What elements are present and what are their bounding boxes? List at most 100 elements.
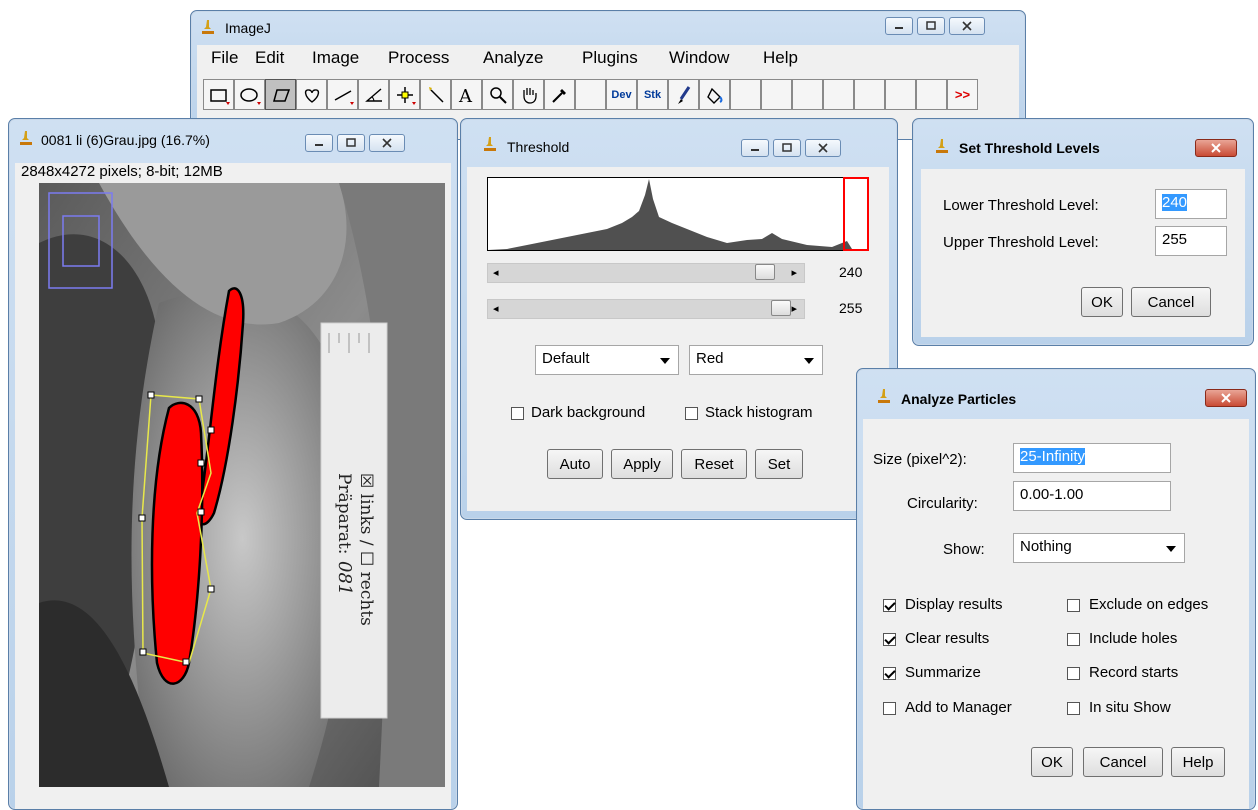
empty-slot-2 [730, 79, 761, 110]
menu-window[interactable]: Window [669, 48, 729, 68]
more-tools-button[interactable]: >> [947, 79, 978, 110]
show-dropdown[interactable]: Nothing [1013, 533, 1185, 563]
imagej-titlebar[interactable]: ImageJ [191, 11, 1025, 45]
slider-left-arrow-icon[interactable]: ◂ [493, 302, 499, 315]
menu-bar: File Edit Image Process Analyze Plugins … [197, 45, 1019, 73]
apply-button[interactable]: Apply [611, 449, 673, 479]
menu-file[interactable]: File [211, 48, 238, 68]
hand-tool-icon[interactable] [513, 79, 544, 110]
display-results-checkbox[interactable] [883, 599, 896, 612]
set-threshold-dialog: Set Threshold Levels Lower Threshold Lev… [912, 118, 1254, 346]
dev-menu-tool[interactable]: Dev [606, 79, 637, 110]
help-button[interactable]: Help [1171, 747, 1225, 777]
rectangle-tool-icon[interactable] [203, 79, 234, 110]
histogram-plot [487, 177, 869, 251]
wand-tool-icon[interactable] [420, 79, 451, 110]
label-card-handwriting: 081 [334, 561, 355, 595]
minimize-button[interactable] [305, 134, 333, 152]
upper-slider-thumb[interactable] [771, 300, 791, 316]
dark-background-checkbox[interactable] [511, 407, 524, 420]
lower-threshold-field[interactable]: 240 [1155, 189, 1227, 219]
set-threshold-titlebar[interactable]: Set Threshold Levels [913, 119, 1253, 157]
add-to-manager-checkbox[interactable] [883, 702, 896, 715]
brush-tool-icon[interactable] [668, 79, 699, 110]
analyze-client: Size (pixel^2): 25-Infinity Circularity:… [863, 419, 1249, 809]
slider-left-arrow-icon[interactable]: ◂ [493, 266, 499, 279]
empty-slot-7 [885, 79, 916, 110]
menu-plugins[interactable]: Plugins [582, 48, 638, 68]
reset-button[interactable]: Reset [681, 449, 747, 479]
display-dropdown[interactable]: Red [689, 345, 823, 375]
magnifier-tool-icon[interactable] [482, 79, 513, 110]
menu-analyze[interactable]: Analyze [483, 48, 543, 68]
cancel-button[interactable]: Cancel [1131, 287, 1211, 317]
ok-button[interactable]: OK [1081, 287, 1123, 317]
stk-menu-tool[interactable]: Stk [637, 79, 668, 110]
close-button[interactable] [805, 139, 841, 157]
maximize-button[interactable] [917, 17, 945, 35]
upper-slider[interactable]: ◂ ▸ [487, 299, 805, 319]
summarize-checkbox[interactable] [883, 667, 896, 680]
threshold-window: Threshold ◂ ▸ 240 ◂ ▸ 255 Default Red Da… [460, 118, 898, 520]
circularity-field[interactable]: 0.00-1.00 [1013, 481, 1171, 511]
lower-slider-thumb[interactable] [754, 264, 775, 280]
size-field[interactable]: 25-Infinity [1013, 443, 1171, 473]
method-dropdown[interactable]: Default [535, 345, 679, 375]
svg-text:A: A [458, 86, 473, 106]
close-button[interactable] [369, 134, 405, 152]
exclude-on-edges-checkbox[interactable] [1067, 599, 1080, 612]
maximize-button[interactable] [337, 134, 365, 152]
label-card-line1: Präparat: [334, 473, 354, 555]
maximize-button[interactable] [773, 139, 801, 157]
image-canvas[interactable]: Präparat: ☒ links / ☐ rechts 081 [39, 183, 445, 787]
more-tools-label: >> [954, 87, 971, 102]
line-tool-icon[interactable] [327, 79, 358, 110]
text-tool-icon[interactable]: A [451, 79, 482, 110]
slider-right-arrow-icon[interactable]: ▸ [791, 266, 797, 279]
close-button[interactable] [1205, 389, 1247, 407]
angle-tool-icon[interactable] [358, 79, 389, 110]
stack-histogram-checkbox[interactable] [685, 407, 698, 420]
include-holes-checkbox[interactable] [1067, 633, 1080, 646]
dropper-tool-icon[interactable] [544, 79, 575, 110]
point-tool-icon[interactable] [389, 79, 420, 110]
oval-tool-icon[interactable] [234, 79, 265, 110]
minimize-button[interactable] [741, 139, 769, 157]
minimize-button[interactable] [885, 17, 913, 35]
summarize-label: Summarize [905, 664, 981, 681]
threshold-titlebar[interactable]: Threshold [461, 119, 897, 157]
upper-threshold-value: 255 [839, 300, 863, 316]
cancel-button[interactable]: Cancel [1083, 747, 1163, 777]
size-label: Size (pixel^2): [873, 451, 967, 468]
stk-label: Stk [643, 88, 662, 101]
clear-results-label: Clear results [905, 630, 990, 647]
menu-image[interactable]: Image [312, 48, 359, 68]
menu-help[interactable]: Help [763, 48, 798, 68]
exclude-on-edges-label: Exclude on edges [1089, 596, 1209, 613]
close-button[interactable] [1195, 139, 1237, 157]
slider-right-arrow-icon[interactable]: ▸ [791, 302, 797, 315]
analyze-titlebar[interactable]: Analyze Particles [857, 369, 1255, 407]
dark-background-label: Dark background [531, 404, 646, 421]
flood-fill-tool-icon[interactable] [699, 79, 730, 110]
ok-button[interactable]: OK [1031, 747, 1073, 777]
menu-edit[interactable]: Edit [255, 48, 284, 68]
auto-button[interactable]: Auto [547, 449, 603, 479]
lower-slider[interactable]: ◂ ▸ [487, 263, 805, 283]
circularity-input-value: 0.00-1.00 [1020, 486, 1084, 503]
record-starts-label: Record starts [1089, 664, 1179, 681]
clear-results-checkbox[interactable] [883, 633, 896, 646]
freehand-tool-icon[interactable] [296, 79, 327, 110]
lower-threshold-label: Lower Threshold Level: [943, 197, 1099, 214]
image-titlebar[interactable]: 0081 li (6)Grau.jpg (16.7%) [9, 119, 457, 153]
close-button[interactable] [949, 17, 985, 35]
set-button[interactable]: Set [755, 449, 803, 479]
menu-process[interactable]: Process [388, 48, 449, 68]
in-situ-show-checkbox[interactable] [1067, 702, 1080, 715]
record-starts-checkbox[interactable] [1067, 667, 1080, 680]
polygon-tool-icon[interactable] [265, 79, 296, 110]
display-results-label: Display results [905, 596, 1003, 613]
upper-threshold-field[interactable]: 255 [1155, 226, 1227, 256]
chevron-down-icon [1166, 546, 1176, 552]
upper-slider-track[interactable] [487, 299, 805, 319]
